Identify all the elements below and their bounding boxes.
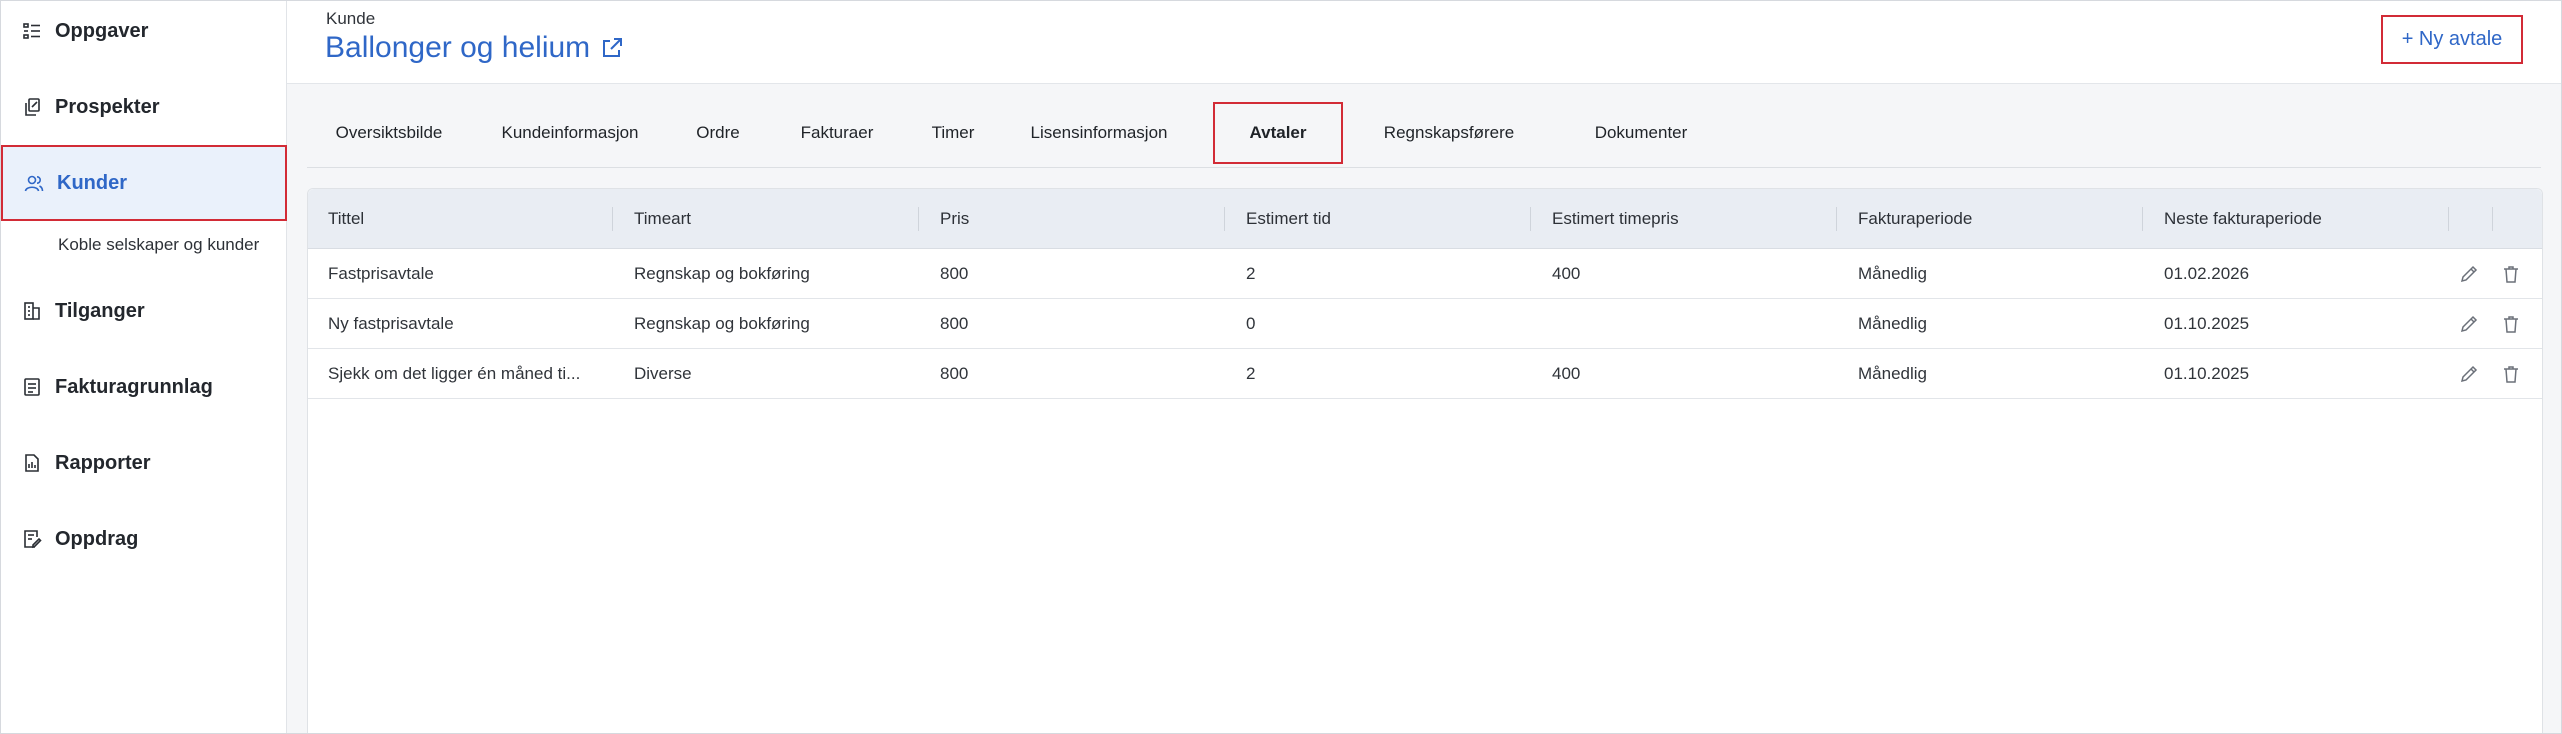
sidebar-item-label: Fakturagrunnlag — [55, 375, 213, 398]
column-divider — [1530, 207, 1531, 231]
prospect-icon — [21, 96, 43, 118]
sidebar-item-prospekter[interactable]: Prospekter — [1, 69, 287, 145]
cell-pris: 800 — [940, 264, 969, 283]
cell-fakturaperiode: Månedlig — [1858, 314, 1927, 333]
tab-bar: Oversiktsbilde Kundeinformasjon Ordre Fa… — [307, 102, 2541, 168]
page-kicker: Kunde — [326, 9, 376, 28]
trash-icon[interactable] — [2500, 263, 2522, 285]
document-icon — [21, 376, 43, 398]
sidebar-item-fakturagrunnlag[interactable]: Fakturagrunnlag — [1, 349, 287, 425]
column-divider — [2448, 207, 2449, 231]
cell-estimert-tid: 0 — [1246, 314, 1256, 333]
report-icon — [21, 452, 43, 474]
trash-icon[interactable] — [2500, 313, 2522, 335]
cell-estimert-timepris: 400 — [1552, 264, 1581, 283]
column-divider — [918, 207, 919, 231]
sidebar-item-oppdrag[interactable]: Oppdrag — [1, 501, 287, 577]
tab-dokumenter[interactable]: Dokumenter — [1555, 102, 1727, 164]
cell-timeart: Regnskap og bokføring — [634, 264, 810, 283]
table-row[interactable]: Fastprisavtale Regnskap og bokføring 800… — [308, 249, 2542, 299]
table-row[interactable]: Ny fastprisavtale Regnskap og bokføring … — [308, 299, 2542, 349]
edit-icon[interactable] — [2458, 313, 2480, 335]
sidebar-item-label: Oppdrag — [55, 527, 139, 550]
cell-timeart: Diverse — [634, 364, 692, 383]
column-header-estimert-timepris[interactable]: Estimert timepris — [1552, 189, 1679, 249]
sidebar-item-tilganger[interactable]: Tilganger — [1, 273, 287, 349]
tab-timer[interactable]: Timer — [907, 102, 999, 164]
page-title: Ballonger og helium — [325, 31, 591, 64]
new-agreement-button[interactable]: + Ny avtale — [2381, 15, 2523, 64]
sidebar-item-rapporter[interactable]: Rapporter — [1, 425, 287, 501]
column-header-estimert-tid[interactable]: Estimert tid — [1246, 189, 1331, 249]
column-divider — [612, 207, 613, 231]
main-content: Oversiktsbilde Kundeinformasjon Ordre Fa… — [287, 84, 2561, 733]
sidebar-item-label: Oppgaver — [55, 19, 149, 42]
page-header: Kunde Ballonger og helium + Ny avtale — [287, 1, 2561, 84]
edit-icon[interactable] — [2458, 263, 2480, 285]
sidebar-item-kunder[interactable]: Kunder — [1, 145, 287, 221]
column-header-neste-fakturaperiode[interactable]: Neste fakturaperiode — [2164, 189, 2322, 249]
cell-pris: 800 — [940, 314, 969, 333]
cell-tittel: Sjekk om det ligger én måned ti... — [328, 364, 581, 383]
cell-tittel: Fastprisavtale — [328, 264, 434, 283]
cell-neste-fakturaperiode: 01.02.2026 — [2164, 264, 2250, 283]
column-divider — [2142, 207, 2143, 231]
sidebar-item-label: Prospekter — [55, 95, 160, 118]
cell-neste-fakturaperiode: 01.10.2025 — [2164, 364, 2250, 383]
sidebar-item-oppgaver[interactable]: Oppgaver — [1, 0, 287, 69]
cell-estimert-timepris: 400 — [1552, 364, 1581, 383]
table-header: Tittel Timeart Pris Estimert tid Estimer… — [308, 189, 2542, 249]
cell-fakturaperiode: Månedlig — [1858, 364, 1927, 383]
sidebar-item-label: Tilganger — [55, 299, 145, 322]
cell-fakturaperiode: Månedlig — [1858, 264, 1927, 283]
column-divider — [2492, 207, 2493, 231]
column-header-fakturaperiode[interactable]: Fakturaperiode — [1858, 189, 1972, 249]
task-list-icon — [21, 20, 43, 42]
sidebar-item-label: Kunder — [57, 171, 127, 194]
cell-pris: 800 — [940, 364, 969, 383]
tab-ordre[interactable]: Ordre — [669, 102, 767, 164]
sidebar-item-label: Rapporter — [55, 451, 151, 474]
building-icon — [21, 300, 43, 322]
sidebar-subitem-koble[interactable]: Koble selskaper og kunder — [58, 235, 259, 255]
cell-neste-fakturaperiode: 01.10.2025 — [2164, 314, 2250, 333]
table-row[interactable]: Sjekk om det ligger én måned ti... Diver… — [308, 349, 2542, 399]
tab-fakturaer[interactable]: Fakturaer — [767, 102, 907, 164]
cell-timeart: Regnskap og bokføring — [634, 314, 810, 333]
cell-estimert-tid: 2 — [1246, 364, 1256, 383]
tab-oversiktsbilde[interactable]: Oversiktsbilde — [307, 102, 471, 164]
users-icon — [23, 172, 45, 194]
trash-icon[interactable] — [2500, 363, 2522, 385]
cell-tittel: Ny fastprisavtale — [328, 314, 454, 333]
tab-kundeinformasjon[interactable]: Kundeinformasjon — [471, 102, 669, 164]
edit-document-icon — [21, 528, 43, 550]
column-divider — [1836, 207, 1837, 231]
tab-avtaler[interactable]: Avtaler — [1213, 102, 1343, 164]
column-header-pris[interactable]: Pris — [940, 189, 969, 249]
agreements-table: Tittel Timeart Pris Estimert tid Estimer… — [307, 188, 2543, 733]
tab-regnskapsforere[interactable]: Regnskapsførere — [1343, 102, 1555, 164]
external-link-icon — [600, 36, 624, 60]
edit-icon[interactable] — [2458, 363, 2480, 385]
customer-title-link[interactable]: Ballonger og helium — [325, 31, 624, 65]
tab-lisensinformasjon[interactable]: Lisensinformasjon — [999, 102, 1199, 164]
cell-estimert-tid: 2 — [1246, 264, 1256, 283]
column-header-timeart[interactable]: Timeart — [634, 189, 691, 249]
column-header-tittel[interactable]: Tittel — [328, 189, 364, 249]
sidebar: Oppgaver Prospekter Kunder Koble selskap… — [1, 1, 287, 733]
column-divider — [1224, 207, 1225, 231]
